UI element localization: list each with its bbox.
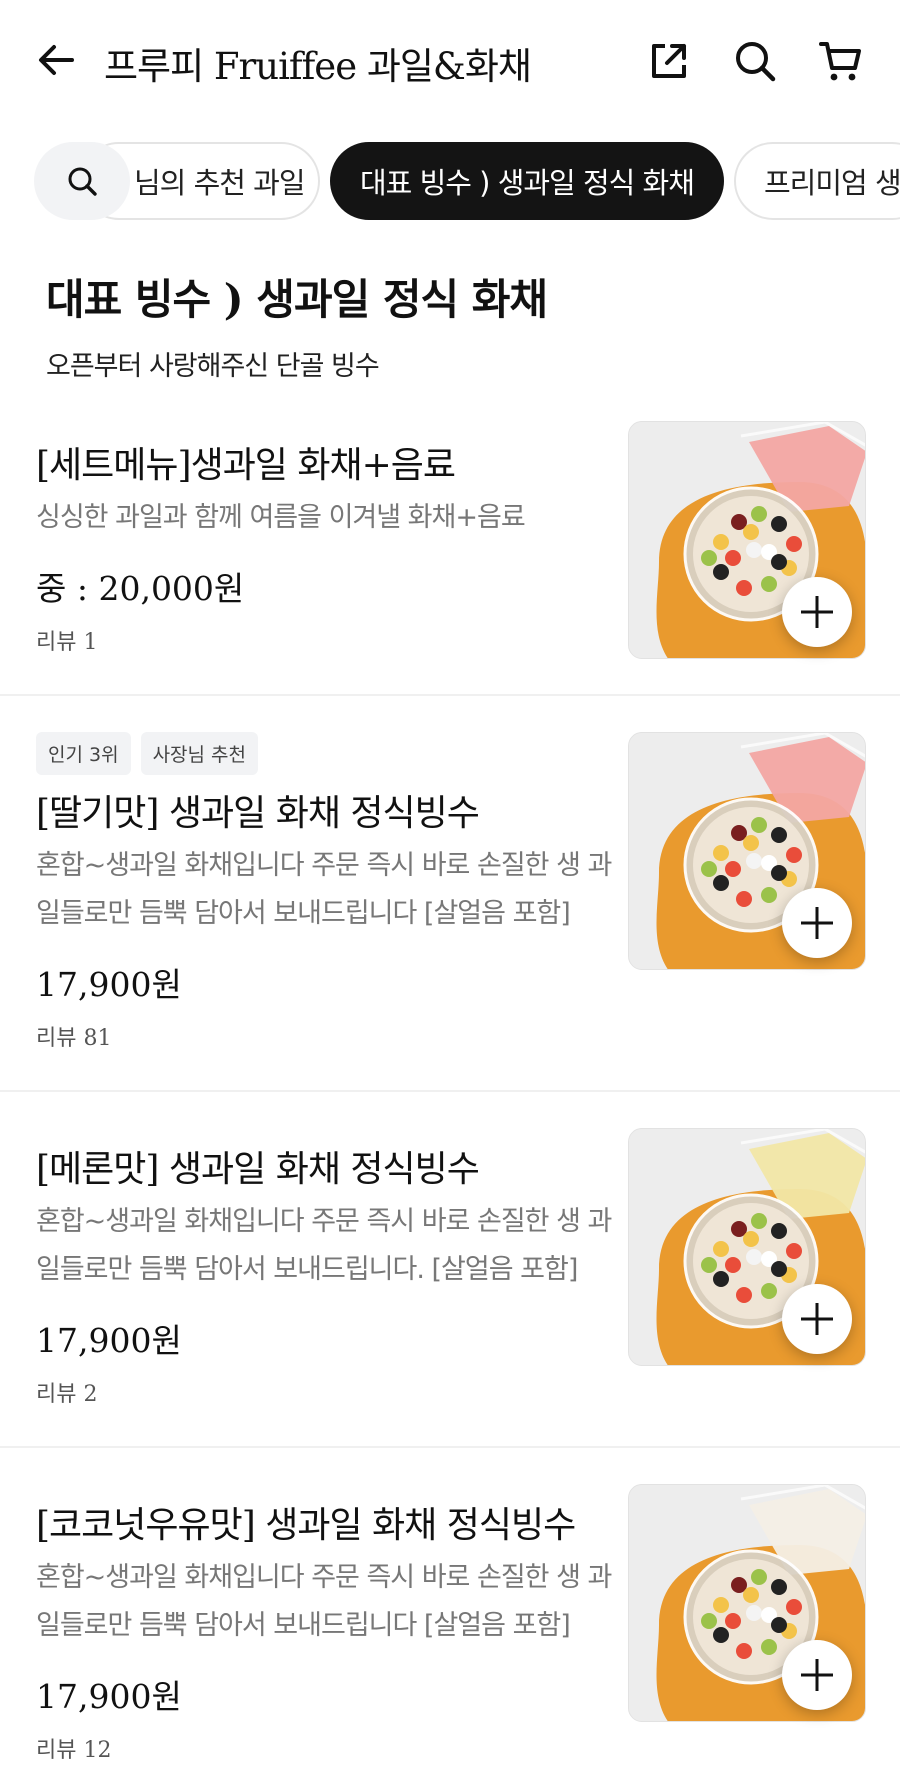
back-button[interactable] [34, 38, 78, 82]
add-to-cart-button[interactable] [782, 577, 852, 647]
menu-item-review-count: 리뷰 1 [36, 630, 98, 655]
category-chip-premium[interactable]: 프리미엄 생 [734, 142, 900, 220]
menu-item-review-count: 리뷰 81 [36, 1026, 112, 1051]
menu-item-description: 혼합~생과일 화채입니다 주문 즉시 바로 손질한 생 과일들로만 듬뿍 담아서… [36, 1562, 612, 1641]
search-button[interactable] [732, 38, 778, 84]
section-title: 대표 빙수 ) 생과일 정식 화채 [46, 275, 548, 324]
menu-item-price: 17,900원 [36, 965, 182, 1004]
add-to-cart-button[interactable] [782, 1640, 852, 1710]
menu-item-price: 17,900원 [36, 1321, 182, 1360]
back-arrow-icon [39, 45, 74, 75]
popularity-badge: 인기 3위 [36, 732, 131, 775]
badge-row: 인기 3위 사장님 추천 [36, 732, 259, 775]
menu-item-review-count: 리뷰 12 [36, 1738, 112, 1763]
search-icon [736, 42, 776, 82]
top-app-bar: 프루피 Fruiffee 과일&화채 [0, 0, 900, 124]
store-title: 프루피 Fruiffee 과일&화채 [104, 45, 532, 88]
menu-item-name: [코코넛우유맛] 생과일 화채 정식빙수 [36, 1505, 576, 1546]
menu-item-review-count: 리뷰 2 [36, 1382, 98, 1407]
menu-item-price: 중 : 20,000원 [36, 569, 245, 608]
menu-item-name: [세트메뉴]생과일 화채+음료 [36, 445, 456, 486]
section-subtitle: 오픈부터 사랑해주신 단골 빙수 [46, 351, 380, 382]
owner-pick-badge: 사장님 추천 [140, 732, 259, 775]
add-to-cart-button[interactable] [782, 1284, 852, 1354]
share-icon [652, 44, 686, 78]
menu-item-description: 혼합~생과일 화채입니다 주문 즉시 바로 손질한 생 과일들로만 듬뿍 담아서… [36, 1206, 612, 1285]
menu-item-name: [메론맛] 생과일 화채 정식빙수 [36, 1149, 480, 1190]
category-chip-signature-bingsu[interactable]: 대표 빙수 ) 생과일 정식 화채 [330, 142, 724, 220]
share-button[interactable] [646, 38, 692, 84]
search-icon [68, 167, 97, 196]
menu-item-description: 혼합~생과일 화채입니다 주문 즉시 바로 손질한 생 과일들로만 듬뿍 담아서… [36, 850, 612, 929]
menu-item-description: 싱싱한 과일과 함께 여름을 이겨낼 화채+음료 [36, 502, 526, 533]
cart-button[interactable] [818, 38, 864, 84]
cart-icon [819, 42, 861, 81]
category-search-button[interactable] [34, 142, 130, 220]
category-chip-bar: 님의 추천 과일 대표 빙수 ) 생과일 정식 화채 프리미엄 생 [0, 140, 900, 222]
add-to-cart-button[interactable] [782, 888, 852, 958]
menu-item-price: 17,900원 [36, 1677, 182, 1716]
menu-item-name: [딸기맛] 생과일 화채 정식빙수 [36, 793, 480, 834]
